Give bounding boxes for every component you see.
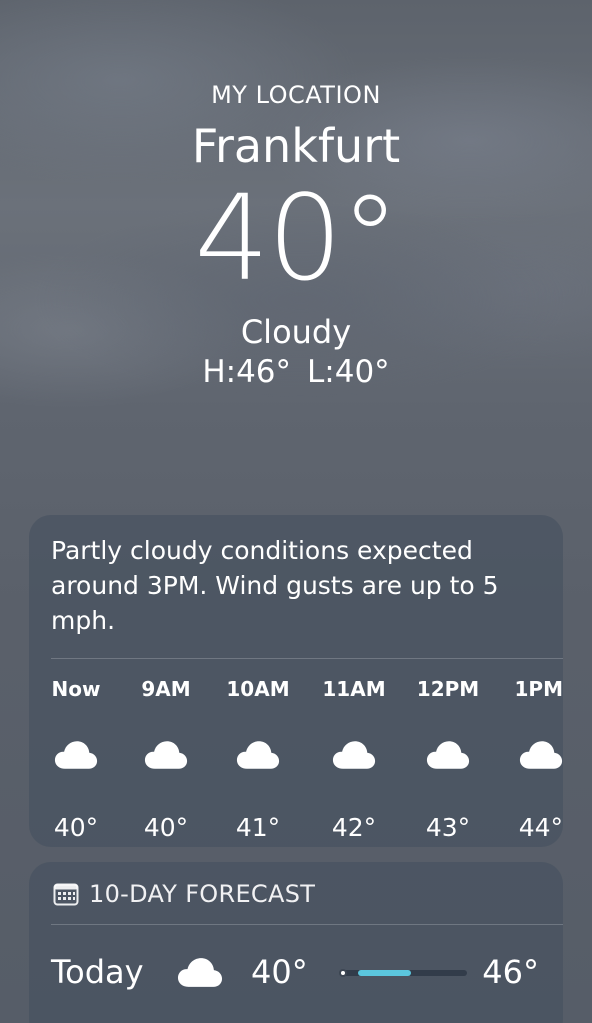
hour-temperature: 43°: [425, 813, 471, 842]
cloud-icon: [495, 739, 563, 779]
cloud-icon: [31, 739, 121, 779]
current-temperature: 40°: [194, 169, 399, 307]
hour-label: 11AM: [322, 677, 386, 701]
hour-temperature: 41°: [235, 813, 281, 842]
hour-temperature: 44°: [518, 813, 563, 842]
hour-item: 1PM 44°: [495, 677, 563, 843]
divider: [51, 658, 563, 659]
low-temperature: L:40°: [307, 354, 390, 390]
hourly-strip[interactable]: Now 40° 9AM 40° 10AM 41° 11AM 42° 12PM 4…: [29, 677, 563, 842]
current-weather-header: MY LOCATION Frankfurt 40° Cloudy H:46° L:…: [0, 78, 592, 392]
temperature-range-bar: [339, 969, 467, 977]
hour-item: 12PM 43°: [403, 677, 493, 843]
location-label: MY LOCATION: [211, 81, 381, 109]
calendar-icon: [53, 882, 79, 906]
ten-day-forecast-card[interactable]: 10-DAY FORECAST Today 40° 46°: [29, 862, 563, 1023]
forecast-header: 10-DAY FORECAST: [53, 880, 315, 908]
hour-temperature: 40°: [53, 813, 99, 842]
hour-label: 9AM: [141, 677, 191, 701]
forecast-title: 10-DAY FORECAST: [89, 880, 316, 908]
forecast-day-row[interactable]: Today 40° 46°: [29, 942, 563, 1002]
hour-label: 1PM: [514, 677, 563, 701]
cloud-icon: [309, 739, 399, 779]
cloud-icon: [403, 739, 493, 779]
hour-item: 9AM 40°: [121, 677, 211, 843]
cloud-icon: [121, 739, 211, 779]
hour-label: 12PM: [416, 677, 480, 701]
hour-item: 11AM 42°: [309, 677, 399, 843]
hour-label: 10AM: [226, 677, 290, 701]
cloud-icon: [177, 956, 223, 993]
hour-temperature: 40°: [143, 813, 189, 842]
forecast-summary: Partly cloudy conditions expected around…: [51, 536, 499, 635]
current-temperature-dot: [339, 969, 347, 977]
day-low-temperature: 40°: [251, 953, 308, 991]
day-high-temperature: 46°: [482, 953, 539, 991]
hour-label: Now: [51, 677, 101, 701]
temperature-range-fill: [358, 970, 411, 976]
hour-item: 10AM 41°: [213, 677, 303, 843]
hourly-forecast-card[interactable]: Partly cloudy conditions expected around…: [29, 515, 563, 847]
hour-item: Now 40°: [31, 677, 121, 843]
cloud-icon: [213, 739, 303, 779]
hour-temperature: 42°: [331, 813, 377, 842]
high-temperature: H:46°: [202, 354, 292, 390]
high-low: H:46° L:40°: [0, 352, 592, 392]
day-name: Today: [51, 953, 144, 991]
divider: [51, 924, 563, 925]
condition-text: Cloudy: [240, 313, 352, 351]
city-name: Frankfurt: [191, 119, 401, 173]
